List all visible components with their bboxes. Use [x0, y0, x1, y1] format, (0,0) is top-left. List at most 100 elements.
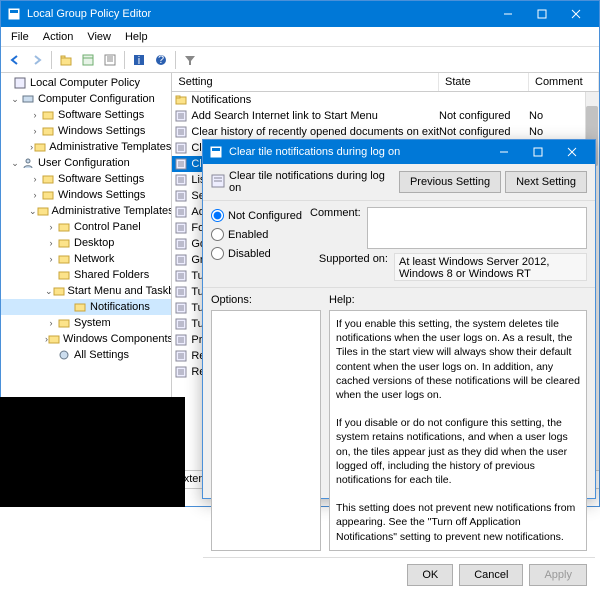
tree-item[interactable]: System	[74, 317, 111, 329]
export-icon[interactable]	[100, 50, 120, 70]
back-icon[interactable]	[5, 50, 25, 70]
folder-icon	[34, 140, 46, 154]
close-button[interactable]	[559, 1, 593, 27]
setting-icon	[174, 269, 188, 283]
menu-help[interactable]: Help	[119, 29, 154, 45]
up-icon[interactable]	[56, 50, 76, 70]
tree-item[interactable]: Windows Settings	[58, 189, 145, 201]
tree-user-config[interactable]: User Configuration	[38, 157, 130, 169]
forward-icon[interactable]	[27, 50, 47, 70]
comment-label: Comment:	[310, 207, 361, 249]
user-icon	[21, 156, 35, 170]
tree-item[interactable]: Software Settings	[58, 173, 144, 185]
options-label: Options:	[211, 294, 321, 306]
row-name: Clear history of recently opened documen…	[191, 126, 439, 138]
menu-action[interactable]: Action	[37, 29, 80, 45]
row-state: Not configured	[439, 126, 529, 138]
setting-icon	[174, 317, 188, 331]
previous-setting-button[interactable]: Previous Setting	[399, 171, 501, 193]
setting-icon	[174, 333, 188, 347]
supported-value: At least Windows Server 2012, Windows 8 …	[394, 253, 587, 281]
setting-icon	[174, 349, 188, 363]
apply-button[interactable]: Apply	[529, 564, 587, 586]
help-icon[interactable]: ?	[151, 50, 171, 70]
tree-admin-templates[interactable]: Administrative Templates	[52, 205, 173, 217]
header-setting[interactable]: Setting	[172, 73, 439, 91]
folder-icon	[73, 300, 87, 314]
tree-notifications[interactable]: Notifications	[90, 301, 150, 313]
collapse-icon[interactable]: ⌄	[9, 94, 21, 105]
setting-dialog: Clear tile notifications during log on C…	[202, 139, 596, 499]
expand-icon[interactable]: ›	[45, 222, 57, 232]
collapse-icon[interactable]: ⌄	[45, 286, 53, 297]
setting-icon	[174, 109, 188, 123]
dialog-close-button[interactable]	[555, 139, 589, 165]
setting-icon	[174, 173, 188, 187]
tree-root[interactable]: Local Computer Policy	[30, 77, 140, 89]
ok-button[interactable]: OK	[407, 564, 453, 586]
setting-icon	[174, 221, 188, 235]
setting-icon	[174, 301, 188, 315]
show-hide-icon[interactable]	[78, 50, 98, 70]
filter-icon[interactable]	[180, 50, 200, 70]
menu-file[interactable]: File	[5, 29, 35, 45]
setting-icon	[211, 174, 225, 191]
row-state: Not configured	[439, 110, 529, 122]
help-box[interactable]: If you enable this setting, the system d…	[329, 310, 587, 551]
menu-view[interactable]: View	[81, 29, 117, 45]
list-row[interactable]: Add Search Internet link to Start Menu No…	[172, 108, 599, 124]
tree-item[interactable]: Shared Folders	[74, 269, 149, 281]
collapse-icon[interactable]: ⌄	[29, 206, 37, 217]
tree-item[interactable]: Desktop	[74, 237, 114, 249]
expand-icon[interactable]: ›	[29, 110, 41, 120]
expand-icon[interactable]: ›	[45, 238, 57, 248]
tree-item[interactable]: Windows Components	[63, 333, 172, 345]
collapse-icon[interactable]: ⌄	[9, 158, 21, 169]
setting-icon	[174, 141, 188, 155]
row-name: Notifications	[191, 94, 251, 106]
svg-text:?: ?	[158, 54, 164, 66]
comment-textarea[interactable]	[367, 207, 587, 249]
black-region	[0, 397, 185, 507]
tree-computer-config[interactable]: Computer Configuration	[38, 93, 155, 105]
dialog-maximize-button[interactable]	[521, 139, 555, 165]
tree-item[interactable]: Control Panel	[74, 221, 141, 233]
setting-icon	[174, 189, 188, 203]
supported-label: Supported on:	[310, 253, 388, 265]
tree-item[interactable]: Network	[74, 253, 114, 265]
folder-icon	[57, 220, 71, 234]
maximize-button[interactable]	[525, 1, 559, 27]
tree-item[interactable]: Software Settings	[58, 109, 144, 121]
tree-item[interactable]: Windows Settings	[58, 125, 145, 137]
folder-icon	[57, 252, 71, 266]
tree-item[interactable]: Administrative Templates	[49, 141, 171, 153]
next-setting-button[interactable]: Next Setting	[505, 171, 587, 193]
setting-icon	[174, 125, 188, 139]
app-icon	[7, 7, 21, 21]
cancel-button[interactable]: Cancel	[459, 564, 523, 586]
row-name: Add Search Internet link to Start Menu	[191, 110, 378, 122]
policy-icon	[13, 76, 27, 90]
expand-icon[interactable]: ›	[29, 190, 41, 200]
list-row[interactable]: Notifications	[172, 92, 599, 108]
setting-icon	[174, 237, 188, 251]
setting-icon	[174, 365, 188, 379]
radio-enabled[interactable]: Enabled	[211, 228, 302, 241]
properties-icon[interactable]: i	[129, 50, 149, 70]
expand-icon[interactable]: ›	[45, 254, 57, 264]
header-state[interactable]: State	[439, 73, 529, 91]
expand-icon[interactable]: ›	[29, 126, 41, 136]
minimize-button[interactable]	[491, 1, 525, 27]
expand-icon[interactable]: ›	[29, 174, 41, 184]
dialog-minimize-button[interactable]	[487, 139, 521, 165]
tree-item[interactable]: All Settings	[74, 349, 129, 361]
folder-icon	[41, 188, 55, 202]
header-comment[interactable]: Comment	[529, 73, 599, 91]
radio-disabled[interactable]: Disabled	[211, 247, 302, 260]
expand-icon[interactable]: ›	[45, 318, 57, 328]
folder-icon	[41, 172, 55, 186]
list-row[interactable]: Clear history of recently opened documen…	[172, 124, 599, 140]
folder-icon	[41, 124, 55, 138]
radio-not-configured[interactable]: Not Configured	[211, 209, 302, 222]
tree-start-menu[interactable]: Start Menu and Taskbar	[68, 285, 173, 297]
